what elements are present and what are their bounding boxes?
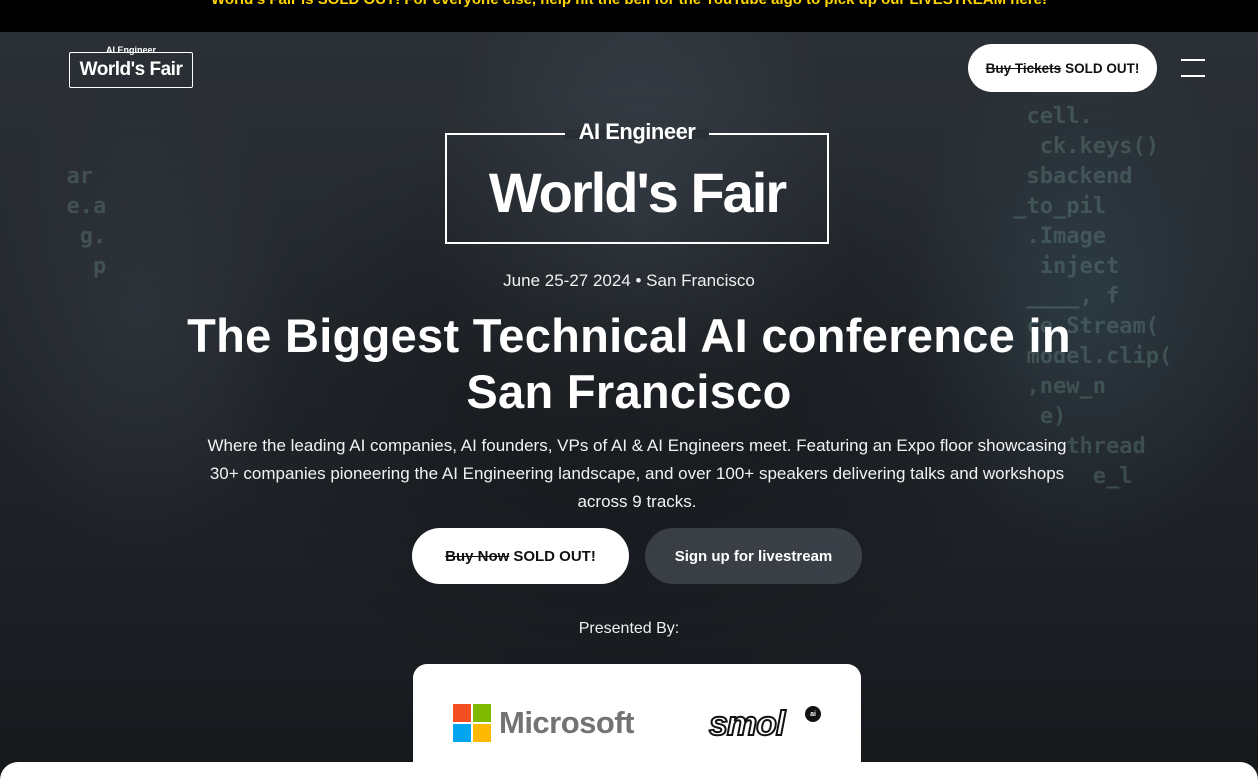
hamburger-menu-icon[interactable] (1181, 59, 1205, 77)
sold-out-label: SOLD OUT! (513, 547, 596, 565)
announcement-text[interactable]: World's Fair is SOLD OUT! For everyone e… (0, 0, 1258, 8)
buy-now-button[interactable]: Buy Now SOLD OUT! (412, 528, 629, 584)
microsoft-wordmark: Microsoft (499, 705, 635, 740)
microsoft-logo[interactable]: Microsoft (453, 704, 635, 742)
livestream-signup-button[interactable]: Sign up for livestream (645, 528, 862, 584)
smol-ai-logo[interactable]: smol ai (708, 704, 825, 744)
hero-logo: AI Engineer World's Fair (445, 119, 829, 244)
header-logo[interactable]: AI Engineer World's Fair (69, 45, 193, 88)
announcement-bar[interactable]: World's Fair is SOLD OUT! For everyone e… (0, 0, 1258, 32)
microsoft-grid-icon (453, 704, 491, 742)
ai-badge: ai (805, 706, 821, 722)
event-date: June 25-27 2024 • San Francisco (503, 271, 755, 290)
hero-description: Where the leading AI companies, AI found… (207, 436, 1067, 511)
hero-logo-title: World's Fair (488, 161, 787, 224)
buy-tickets-label: Buy Tickets (985, 60, 1062, 76)
buy-now-label: Buy Now (445, 547, 510, 565)
next-section-panel (0, 762, 1258, 781)
hero-headline: The Biggest Technical AI conference in S… (187, 309, 1071, 418)
sold-out-label: SOLD OUT! (1065, 60, 1140, 76)
buy-tickets-button[interactable]: Buy Tickets SOLD OUT! (968, 44, 1157, 92)
hero-logo-subtitle: AI Engineer (578, 119, 696, 144)
smol-wordmark: smol (708, 704, 786, 744)
presented-by-label: Presented By: (578, 620, 680, 637)
header-logo-title: World's Fair (79, 59, 183, 80)
